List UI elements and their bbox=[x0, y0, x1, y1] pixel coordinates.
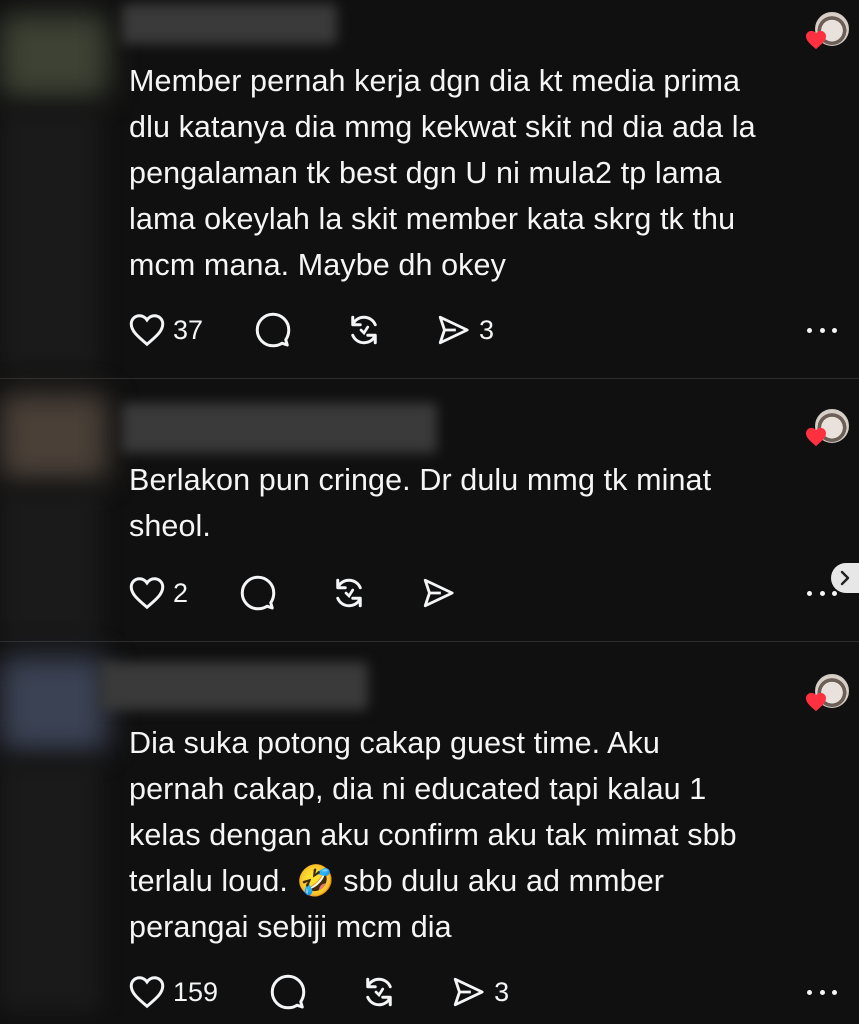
threads-feed: Member pernah kerja dgn dia kt media pri… bbox=[0, 0, 859, 1024]
chevron-right-icon bbox=[840, 570, 850, 586]
like-count: 37 bbox=[173, 314, 204, 345]
share-button[interactable]: 3 bbox=[435, 313, 494, 347]
repost-icon bbox=[336, 578, 362, 608]
action-bar: 159 3 bbox=[129, 972, 509, 1012]
share-button[interactable] bbox=[420, 576, 456, 610]
scroll-next-button[interactable] bbox=[831, 563, 859, 593]
post-text: Dia suka potong cakap guest time. Aku pe… bbox=[129, 726, 737, 944]
post-text: Member pernah kerja dgn dia kt media pri… bbox=[129, 64, 756, 282]
more-options-button[interactable] bbox=[807, 588, 837, 598]
reply-button[interactable] bbox=[255, 312, 291, 348]
repost-icon bbox=[366, 977, 392, 1007]
reply-post[interactable]: Dia suka potong cakap guest time. Aku pe… bbox=[0, 642, 859, 1024]
heart-outline-icon bbox=[129, 976, 165, 1009]
comment-bubble-icon bbox=[240, 575, 276, 611]
heart-outline-icon bbox=[129, 577, 165, 610]
thread-line bbox=[0, 110, 100, 370]
avatar[interactable] bbox=[0, 656, 108, 752]
comment-bubble-icon bbox=[270, 974, 306, 1010]
repost-button[interactable] bbox=[330, 575, 368, 611]
avatar[interactable] bbox=[0, 14, 108, 98]
repost-icon bbox=[351, 315, 377, 345]
action-bar: 37 3 bbox=[129, 310, 494, 350]
avatar[interactable] bbox=[0, 393, 108, 481]
post-text: Berlakon pun cringe. Dr dulu mmg tk mina… bbox=[129, 463, 712, 543]
heart-outline-icon bbox=[129, 314, 165, 347]
liked-by-author-badge bbox=[805, 409, 849, 449]
username-blurred[interactable] bbox=[122, 403, 437, 453]
reply-post[interactable]: Berlakon pun cringe. Dr dulu mmg tk mina… bbox=[0, 379, 859, 641]
send-icon bbox=[453, 977, 484, 1007]
share-button[interactable]: 3 bbox=[450, 975, 509, 1009]
action-bar: 2 bbox=[129, 573, 456, 613]
share-count: 3 bbox=[494, 976, 510, 1007]
send-icon bbox=[438, 315, 469, 345]
reply-button[interactable] bbox=[270, 974, 306, 1010]
more-options-button[interactable] bbox=[807, 325, 837, 335]
heart-filled-icon bbox=[806, 692, 826, 712]
username-blurred[interactable] bbox=[122, 4, 337, 44]
like-count: 159 bbox=[173, 976, 219, 1007]
thread-line bbox=[0, 489, 100, 639]
thread-line bbox=[0, 762, 100, 1012]
comment-bubble-icon bbox=[255, 312, 291, 348]
send-icon bbox=[423, 578, 454, 608]
like-button[interactable]: 159 bbox=[129, 975, 218, 1009]
like-count: 2 bbox=[173, 577, 189, 608]
repost-button[interactable] bbox=[360, 974, 398, 1010]
more-options-button[interactable] bbox=[807, 987, 837, 997]
liked-by-author-badge bbox=[805, 12, 849, 52]
username-blurred[interactable] bbox=[100, 662, 368, 710]
like-button[interactable]: 37 bbox=[129, 313, 203, 347]
heart-filled-icon bbox=[806, 427, 826, 447]
liked-by-author-badge bbox=[805, 674, 849, 714]
share-count: 3 bbox=[479, 314, 495, 345]
like-button[interactable]: 2 bbox=[129, 576, 188, 610]
reply-post[interactable]: Member pernah kerja dgn dia kt media pri… bbox=[0, 0, 859, 378]
repost-button[interactable] bbox=[345, 312, 383, 348]
heart-filled-icon bbox=[806, 30, 826, 50]
reply-button[interactable] bbox=[240, 575, 276, 611]
